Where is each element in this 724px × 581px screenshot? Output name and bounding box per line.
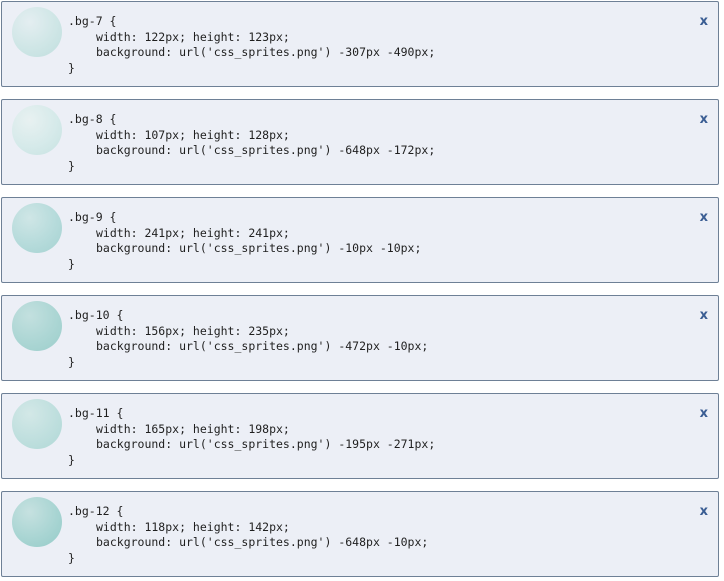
css-selector: .bg-10 { [68,308,124,322]
sprite-card: .bg-8 {width: 107px; height: 128px; backg… [1,99,719,185]
sprite-thumbnail [12,7,62,57]
css-rule: .bg-7 {width: 122px; height: 123px; backg… [68,14,435,76]
sprite-thumbnail [12,203,62,253]
css-size-declaration: width: 122px; height: 123px; [96,29,290,44]
css-background-declaration: background: url('css_sprites.png') -472p… [96,339,429,353]
css-closing-brace: } [68,158,75,173]
css-background-declaration: background: url('css_sprites.png') -648p… [96,143,436,157]
close-icon[interactable]: x [700,406,708,422]
css-selector: .bg-12 { [68,504,124,518]
css-background-declaration: background: url('css_sprites.png') -307p… [96,45,436,59]
css-size-declaration: width: 118px; height: 142px; [96,519,290,534]
css-rule: .bg-8 {width: 107px; height: 128px; backg… [68,112,435,174]
css-selector: .bg-11 { [68,406,124,420]
sprite-thumbnail [12,399,62,449]
css-background-declaration: background: url('css_sprites.png') -10px… [96,241,422,255]
css-closing-brace: } [68,60,75,75]
css-background-declaration: background: url('css_sprites.png') -195p… [96,437,436,451]
sprite-card: .bg-9 {width: 241px; height: 241px; backg… [1,197,719,283]
sprite-card: .bg-10 {width: 156px; height: 235px; back… [1,295,719,381]
sprite-card: .bg-11 {width: 165px; height: 198px; back… [1,393,719,479]
css-rule: .bg-11 {width: 165px; height: 198px; back… [68,406,435,468]
sprite-thumbnail [12,105,62,155]
close-icon[interactable]: x [700,210,708,226]
css-selector: .bg-8 { [68,112,117,126]
css-closing-brace: } [68,256,75,271]
css-closing-brace: } [68,452,75,467]
css-closing-brace: } [68,354,75,369]
sprite-thumbnail [12,301,62,351]
close-icon[interactable]: x [700,504,708,520]
sprite-card: .bg-12 {width: 118px; height: 142px; back… [1,491,719,577]
close-icon[interactable]: x [700,308,708,324]
css-rule: .bg-12 {width: 118px; height: 142px; back… [68,504,428,566]
close-icon[interactable]: x [700,14,708,30]
css-size-declaration: width: 156px; height: 235px; [96,323,290,338]
css-selector: .bg-7 { [68,14,117,28]
css-size-declaration: width: 107px; height: 128px; [96,127,290,142]
css-closing-brace: } [68,550,75,565]
sprite-thumbnail [12,497,62,547]
css-rule: .bg-9 {width: 241px; height: 241px; backg… [68,210,421,272]
css-selector: .bg-9 { [68,210,117,224]
sprite-card: .bg-7 {width: 122px; height: 123px; backg… [1,1,719,87]
css-rule: .bg-10 {width: 156px; height: 235px; back… [68,308,428,370]
css-size-declaration: width: 241px; height: 241px; [96,225,290,240]
close-icon[interactable]: x [700,112,708,128]
css-size-declaration: width: 165px; height: 198px; [96,421,290,436]
css-background-declaration: background: url('css_sprites.png') -648p… [96,535,429,549]
